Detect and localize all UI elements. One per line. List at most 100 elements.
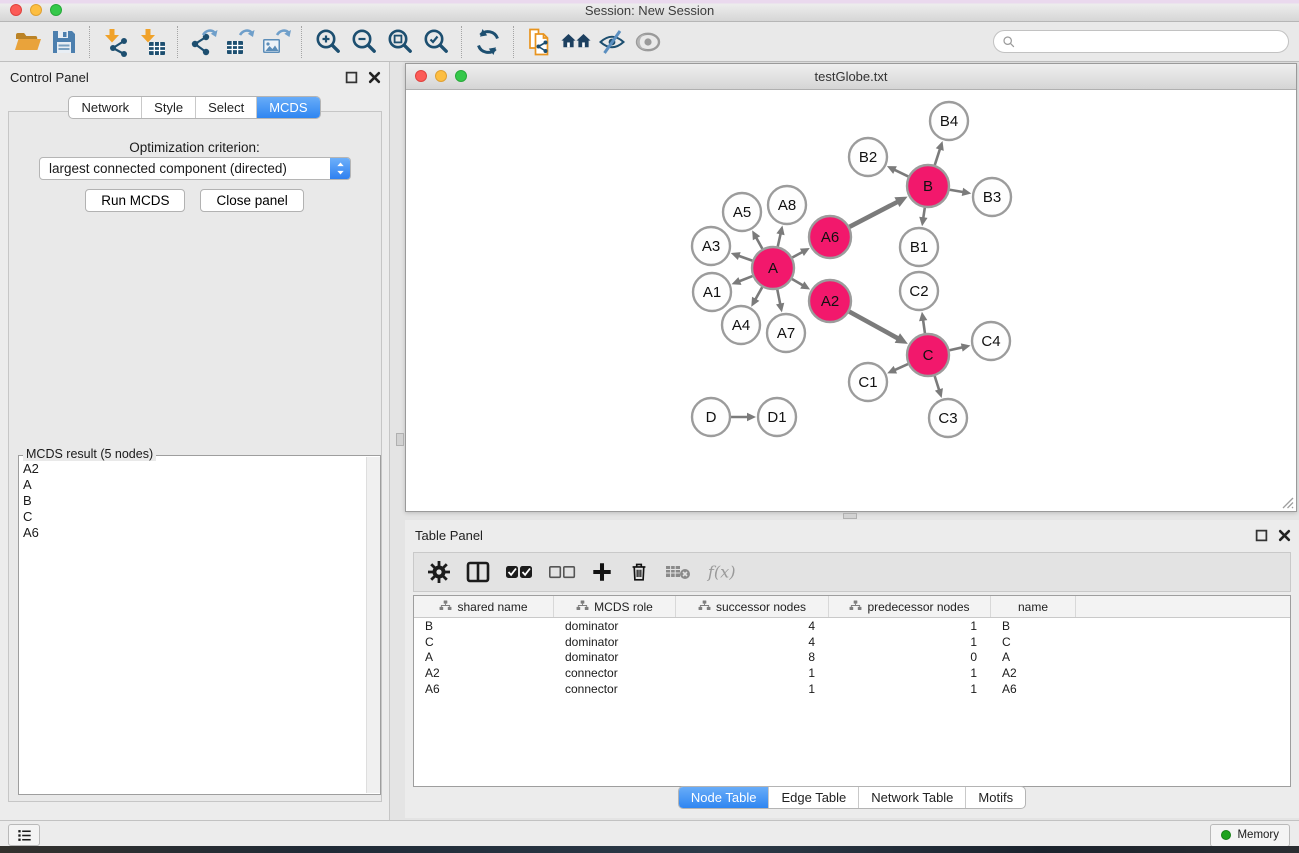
table-settings-button[interactable]	[427, 560, 451, 584]
export-table-button[interactable]	[222, 25, 258, 59]
control-tab-style[interactable]: Style	[141, 97, 195, 118]
hide-panel-button[interactable]	[594, 25, 630, 59]
search-input[interactable]	[1021, 34, 1280, 50]
optimization-criterion-dropdown[interactable]: largest connected component (directed)	[39, 157, 351, 180]
table-tab-network-table[interactable]: Network Table	[858, 787, 965, 808]
close-panel-icon[interactable]	[368, 71, 381, 84]
add-column-button[interactable]	[591, 560, 613, 584]
column-header-successor-nodes[interactable]: successor nodes	[676, 596, 829, 617]
import-table-button[interactable]	[134, 25, 170, 59]
graph-edge-A-A7[interactable]	[777, 290, 780, 306]
table-tab-node-table[interactable]: Node Table	[679, 787, 769, 808]
column-header-name[interactable]: name	[991, 596, 1076, 617]
zoom-out-button[interactable]	[346, 25, 382, 59]
graph-edge-A-A2[interactable]	[792, 279, 804, 286]
select-all-checkboxes-button[interactable]	[505, 564, 533, 580]
cell-shared-name: C	[414, 635, 554, 649]
table-row[interactable]: A2connector11A2	[414, 665, 1290, 681]
zoom-fit-button[interactable]	[382, 25, 418, 59]
graph-node-D[interactable]: D	[692, 398, 730, 436]
graph-edge-C-C4[interactable]	[949, 347, 963, 350]
graph-node-B3[interactable]: B3	[973, 178, 1011, 216]
table-row[interactable]: Cdominator41C	[414, 634, 1290, 650]
graph-node-B[interactable]: B	[907, 165, 949, 207]
table-tab-motifs[interactable]: Motifs	[965, 787, 1025, 808]
graph-edge-A-A4[interactable]	[755, 287, 763, 300]
graph-node-A3[interactable]: A3	[692, 227, 730, 265]
graph-edge-A6-B[interactable]	[850, 201, 899, 227]
control-tab-mcds[interactable]: MCDS	[256, 97, 319, 118]
horizontal-split-handle[interactable]	[843, 513, 857, 519]
graph-node-A2[interactable]: A2	[809, 280, 851, 322]
control-tab-select[interactable]: Select	[195, 97, 256, 118]
zoom-in-button[interactable]	[310, 25, 346, 59]
network-window-titlebar[interactable]: testGlobe.txt	[406, 64, 1296, 90]
graph-node-C4[interactable]: C4	[972, 322, 1010, 360]
mcds-result-list[interactable]: A2ABCA6	[19, 458, 366, 794]
column-header-shared-name[interactable]: shared name	[414, 596, 554, 617]
table-row[interactable]: Adominator80A	[414, 649, 1290, 665]
column-header-predecessor-nodes[interactable]: predecessor nodes	[829, 596, 991, 617]
table-tab-edge-table[interactable]: Edge Table	[768, 787, 858, 808]
network-graph-canvas[interactable]: B4 B2 B B3 B1 A5A8 A3 A6 A A1 A2 A4A7 C2 C4 C C1 C3 D D1	[406, 89, 1296, 511]
graph-edge-A-A1[interactable]	[738, 276, 752, 282]
graph-node-B1[interactable]: B1	[900, 228, 938, 266]
graph-node-B2[interactable]: B2	[849, 138, 887, 176]
resize-grip[interactable]	[1280, 495, 1294, 509]
graph-node-A6[interactable]: A6	[809, 216, 851, 258]
graph-edge-C-C2[interactable]	[923, 319, 925, 333]
home-button[interactable]	[558, 25, 594, 59]
graph-node-A8[interactable]: A8	[768, 186, 806, 224]
search-field[interactable]	[993, 30, 1289, 53]
export-image-button[interactable]	[258, 25, 294, 59]
graph-edge-B-B4[interactable]	[935, 148, 941, 165]
graph-node-A7[interactable]: A7	[767, 314, 805, 352]
close-table-panel-icon[interactable]	[1278, 529, 1291, 542]
memory-button[interactable]: Memory	[1210, 824, 1290, 847]
graph-node-C[interactable]: C	[907, 334, 949, 376]
table-row[interactable]: A6connector11A6	[414, 681, 1290, 697]
import-network-button[interactable]	[98, 25, 134, 59]
close-panel-button[interactable]: Close panel	[200, 189, 303, 212]
open-session-button[interactable]	[10, 25, 46, 59]
graph-edge-B-B2[interactable]	[893, 169, 908, 176]
graph-node-C2[interactable]: C2	[900, 272, 938, 310]
graph-edge-A-A5[interactable]	[756, 236, 763, 248]
result-scrollbar[interactable]	[366, 457, 380, 793]
graph-node-A[interactable]: A	[752, 247, 794, 289]
graph-edge-C-C3[interactable]	[935, 376, 940, 391]
export-network-button[interactable]	[186, 25, 222, 59]
graph-edge-A-A8[interactable]	[778, 232, 781, 246]
task-history-button[interactable]	[8, 824, 40, 846]
graph-edge-A-A3[interactable]	[737, 255, 752, 260]
float-table-panel-icon[interactable]	[1255, 529, 1268, 542]
graph-node-A4[interactable]: A4	[722, 306, 760, 344]
graph-node-C3[interactable]: C3	[929, 399, 967, 437]
delete-columns-button[interactable]	[628, 560, 650, 584]
deselect-all-checkboxes-button[interactable]	[548, 564, 576, 580]
control-tab-network[interactable]: Network	[69, 97, 141, 118]
graph-node-D1[interactable]: D1	[758, 398, 796, 436]
split-columns-button[interactable]	[466, 560, 490, 584]
graph-node-C1[interactable]: C1	[849, 363, 887, 401]
float-panel-icon[interactable]	[345, 71, 358, 84]
function-builder-button: f(x)	[706, 560, 744, 584]
table-row[interactable]: Bdominator41B	[414, 618, 1290, 634]
graph-edge-C-C1[interactable]	[894, 364, 908, 370]
graph-node-label: B	[923, 178, 933, 195]
cell-name: A6	[991, 682, 1076, 696]
zoom-selected-button[interactable]	[418, 25, 454, 59]
graph-node-B4[interactable]: B4	[930, 102, 968, 140]
run-mcds-button[interactable]: Run MCDS	[85, 189, 185, 212]
clone-network-button[interactable]	[522, 25, 558, 59]
graph-node-A5[interactable]: A5	[723, 193, 761, 231]
save-session-button[interactable]	[46, 25, 82, 59]
column-header-mcds-role[interactable]: MCDS role	[554, 596, 676, 617]
graph-edge-A2-C[interactable]	[849, 312, 899, 339]
deselect-all-checkboxes-icon	[548, 564, 576, 580]
graph-node-A1[interactable]: A1	[693, 273, 731, 311]
vertical-split-handle[interactable]	[396, 433, 404, 446]
refresh-button[interactable]	[470, 25, 506, 59]
graph-edge-B-B3[interactable]	[950, 190, 965, 193]
show-panel-button[interactable]	[630, 25, 666, 59]
